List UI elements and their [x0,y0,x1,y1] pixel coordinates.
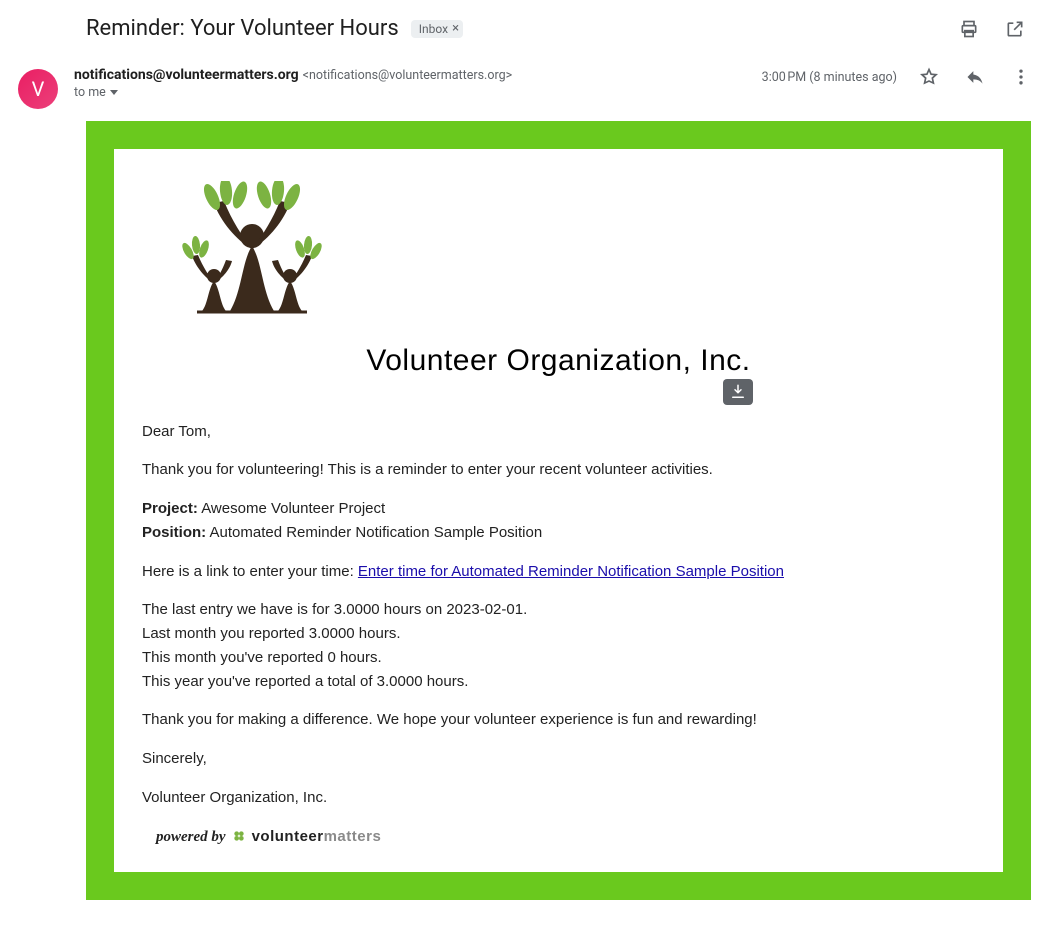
this-year-text: This year you've reported a total of 3.0… [142,671,975,693]
brand-strong: volunteer [252,828,324,845]
signoff: Sincerely, [142,748,975,770]
close-icon[interactable]: × [452,22,459,35]
open-in-new-icon[interactable] [1005,19,1025,39]
powered-by: powered by volunteermatters [142,826,975,849]
timestamp: 3:00 PM (8 minutes ago) [762,70,897,85]
avatar-letter: V [32,77,45,101]
email-subject: Reminder: Your Volunteer Hours [86,16,399,41]
position-label: Position: [142,524,206,541]
link-prefix: Here is a link to enter your time: [142,563,358,580]
this-month-text: This month you've reported 0 hours. [142,647,975,669]
to-text: to me [74,85,106,100]
intro-text: Thank you for volunteering! This is a re… [142,459,975,481]
powered-by-label: powered by [156,827,226,849]
download-image-button[interactable] [723,379,753,405]
org-signature: Volunteer Organization, Inc. [142,787,975,809]
thanks-text: Thank you for making a difference. We ho… [142,709,975,731]
sender-email: <notifications@volunteermatters.org> [303,68,513,83]
chevron-down-icon [110,90,118,95]
org-logo: Volunteer Organization, Inc. [142,181,975,407]
project-label: Project: [142,500,198,517]
enter-time-link[interactable]: Enter time for Automated Reminder Notifi… [358,563,784,580]
message-header: V notifications@volunteermatters.org <no… [18,67,1031,109]
last-month-text: Last month you reported 3.0000 hours. [142,623,975,645]
reply-icon[interactable] [965,67,985,87]
print-icon[interactable] [959,19,979,39]
greeting: Dear Tom, [142,421,975,443]
brand-light: matters [324,828,382,845]
clover-icon [232,829,246,843]
position-value: Automated Reminder Notification Sample P… [206,524,542,541]
inbox-chip[interactable]: Inbox × [411,20,463,38]
email-text: Dear Tom, Thank you for volunteering! Th… [142,421,975,849]
star-icon[interactable] [919,67,939,87]
last-entry-text: The last entry we have is for 3.0000 hou… [142,599,975,621]
org-title: Volunteer Organization, Inc. [366,339,750,383]
subject-row: Reminder: Your Volunteer Hours Inbox × [18,16,1031,41]
to-dropdown[interactable]: to me [74,85,512,100]
email-body-wrapper: Volunteer Organization, Inc. Dear Tom, T… [86,121,1031,900]
avatar: V [18,69,58,109]
project-value: Awesome Volunteer Project [198,500,385,517]
sender-name[interactable]: notifications@volunteermatters.org [74,67,299,83]
inbox-chip-label: Inbox [419,22,448,36]
more-icon[interactable] [1011,67,1031,87]
